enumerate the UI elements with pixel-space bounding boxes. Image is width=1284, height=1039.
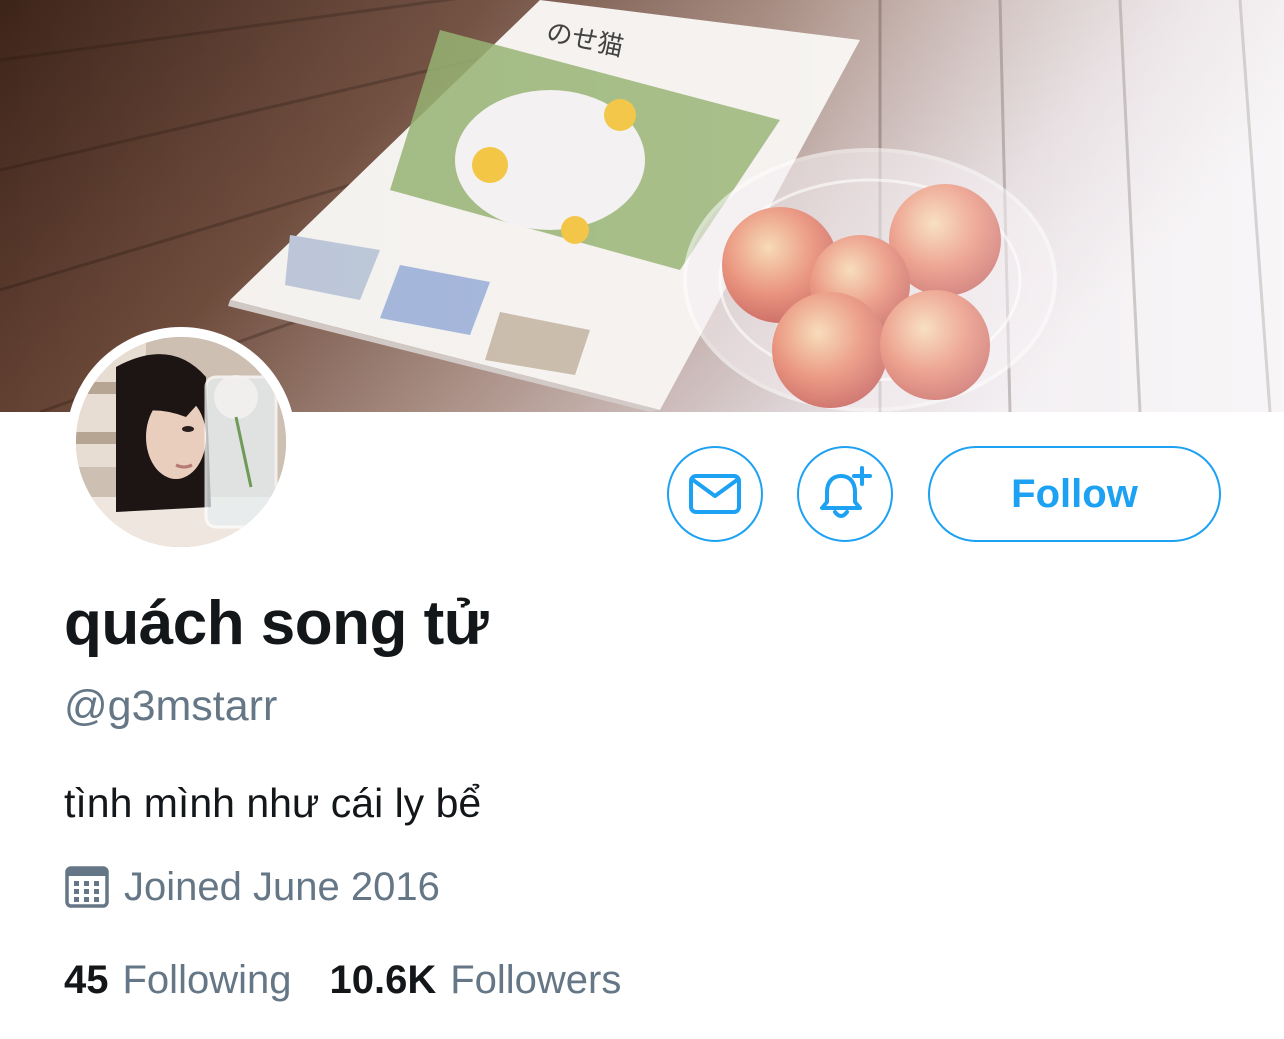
joined-text: Joined June 2016	[124, 864, 440, 909]
profile-bio: tình mình như cái ly bể	[64, 780, 482, 826]
follow-button[interactable]: Follow	[928, 446, 1221, 542]
followers-count: 10.6K	[329, 958, 437, 1002]
display-name: quách song tử	[64, 589, 489, 658]
joined-date: Joined June 2016	[64, 864, 440, 910]
followers-label: Followers	[450, 958, 622, 1002]
bell-plus-icon	[820, 466, 872, 518]
profile-stats: 45 Following 10.6K Followers	[64, 958, 621, 1003]
notifications-button[interactable]	[797, 446, 893, 542]
following-label: Following	[122, 958, 292, 1002]
user-handle: @g3mstarr	[64, 682, 278, 730]
calendar-icon	[65, 866, 109, 908]
followers-stat[interactable]: 10.6K Followers	[329, 958, 621, 1003]
following-count: 45	[64, 958, 109, 1002]
follow-button-label: Follow	[1011, 471, 1138, 516]
following-stat[interactable]: 45 Following	[64, 958, 291, 1003]
profile-avatar[interactable]	[66, 327, 296, 557]
profile-page: のせ猫	[0, 0, 1284, 1039]
envelope-icon	[689, 474, 741, 514]
avatar-photo	[76, 337, 286, 547]
message-button[interactable]	[667, 446, 763, 542]
